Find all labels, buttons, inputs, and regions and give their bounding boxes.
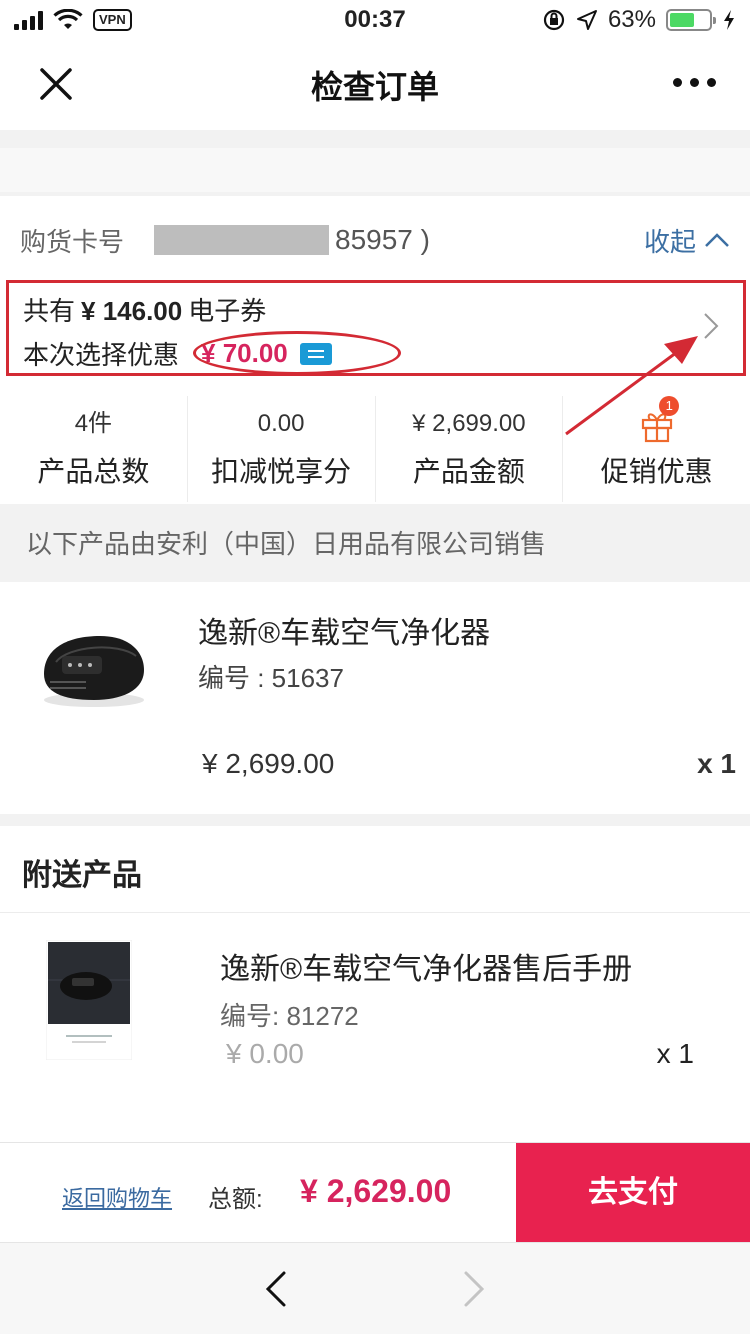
more-icon[interactable] [673, 78, 716, 87]
stat-value: ¥ 2,699.00 [412, 410, 526, 437]
manual-image [46, 940, 132, 1060]
lock-rotation-icon [543, 9, 565, 31]
gift-section-title: 附送产品 [22, 859, 142, 892]
product-name: 逸新®车载空气净化器 [198, 617, 491, 650]
coupon-suffix: 电子券 [188, 296, 267, 326]
gift-item-quantity: x 1 [656, 1038, 694, 1069]
product-quantity: x 1 [697, 748, 736, 779]
banner-strip [0, 148, 750, 192]
wifi-icon [53, 9, 83, 29]
card-number-redaction [154, 225, 330, 255]
card-number-value: 85957 ) [335, 224, 430, 255]
stat-label: 扣减悦享分 [211, 456, 352, 487]
total-amount: ¥ 2,629.00 [300, 1173, 452, 1209]
chevron-up-icon [705, 233, 729, 247]
stat-label: 产品金额 [412, 456, 525, 487]
browser-toolbar [0, 1242, 750, 1334]
annotation-ellipse [193, 331, 401, 375]
promotion-button[interactable]: 1 促销优惠 [563, 396, 750, 502]
order-summary: 购货卡号 85957 ) 收起 共有 ¥ 146.00 电子券 本次选择优惠 ¥ 7… [0, 196, 750, 504]
card-number-label: 购货卡号 [20, 226, 125, 257]
coupon-row[interactable]: 共有 ¥ 146.00 电子券 本次选择优惠 ¥ 70.00 [6, 280, 746, 376]
battery-icon [666, 9, 716, 31]
vpn-badge: VPN [93, 9, 132, 31]
product-price: ¥ 2,699.00 [202, 748, 335, 779]
page-title: 检查订单 [310, 69, 439, 105]
signal-icon [14, 10, 43, 30]
stat-label: 促销优惠 [600, 456, 713, 487]
coupon-selected-label: 本次选择优惠 [23, 340, 180, 370]
gift-item-name: 逸新®车载空气净化器售后手册 [220, 953, 633, 986]
coupon-total-amount: ¥ 146.00 [81, 296, 183, 326]
pay-button[interactable]: 去支付 [516, 1143, 750, 1243]
total-label: 总额: [208, 1186, 263, 1213]
product-sku: 编号 : 51637 [198, 663, 344, 693]
promotion-count-badge: 1 [659, 396, 680, 416]
order-stats: 4件 产品总数 0.00 扣减悦享分 ¥ 2,699.00 产品金额 1 促销优… [0, 396, 750, 502]
nav-bar: 检查订单 [0, 40, 750, 130]
back-to-cart-link[interactable]: 返回购物车 [62, 1181, 172, 1213]
card-number-row: 购货卡号 85957 ) 收起 [20, 218, 730, 262]
checkout-bar: 返回购物车 总额: ¥ 2,629.00 去支付 [0, 1142, 750, 1243]
seller-notice: 以下产品由安利（中国）日用品有限公司销售 [0, 512, 750, 580]
close-icon[interactable] [36, 64, 76, 104]
coupon-total: 共有 ¥ 146.00 电子券 [23, 291, 266, 328]
gift-item-sku: 编号: 81272 [220, 1001, 359, 1031]
stat-product-count: 4件 产品总数 [0, 396, 188, 502]
gift-item-price: ¥ 0.00 [226, 1038, 304, 1069]
stat-points-deduction: 0.00 扣减悦享分 [188, 396, 376, 502]
battery-percent: 63% [607, 6, 656, 33]
chevron-right-icon [704, 313, 719, 339]
collapse-button[interactable]: 收起 [644, 222, 730, 259]
divider [0, 912, 750, 913]
forward-arrow-icon[interactable] [460, 1269, 488, 1309]
charging-icon [724, 10, 734, 30]
product-image [44, 636, 144, 707]
stat-product-amount: ¥ 2,699.00 产品金额 [376, 396, 564, 502]
stat-label: 产品总数 [37, 456, 150, 487]
status-bar: VPN 00:37 63% [0, 0, 750, 40]
gift-section: 附送产品 逸新®车载空气净化器售后手册 编号: 81272 ¥ 0.00 x 1 [0, 826, 750, 1142]
product-item[interactable]: 逸新®车载空气净化器 编号 : 51637 ¥ 2,699.00 x 1 [0, 582, 750, 814]
back-arrow-icon[interactable] [262, 1269, 290, 1309]
stat-value: 0.00 [257, 410, 305, 437]
location-icon [576, 10, 597, 30]
collapse-label: 收起 [643, 226, 696, 257]
stat-value: 4件 [74, 410, 113, 437]
coupon-prefix: 共有 [23, 296, 76, 326]
